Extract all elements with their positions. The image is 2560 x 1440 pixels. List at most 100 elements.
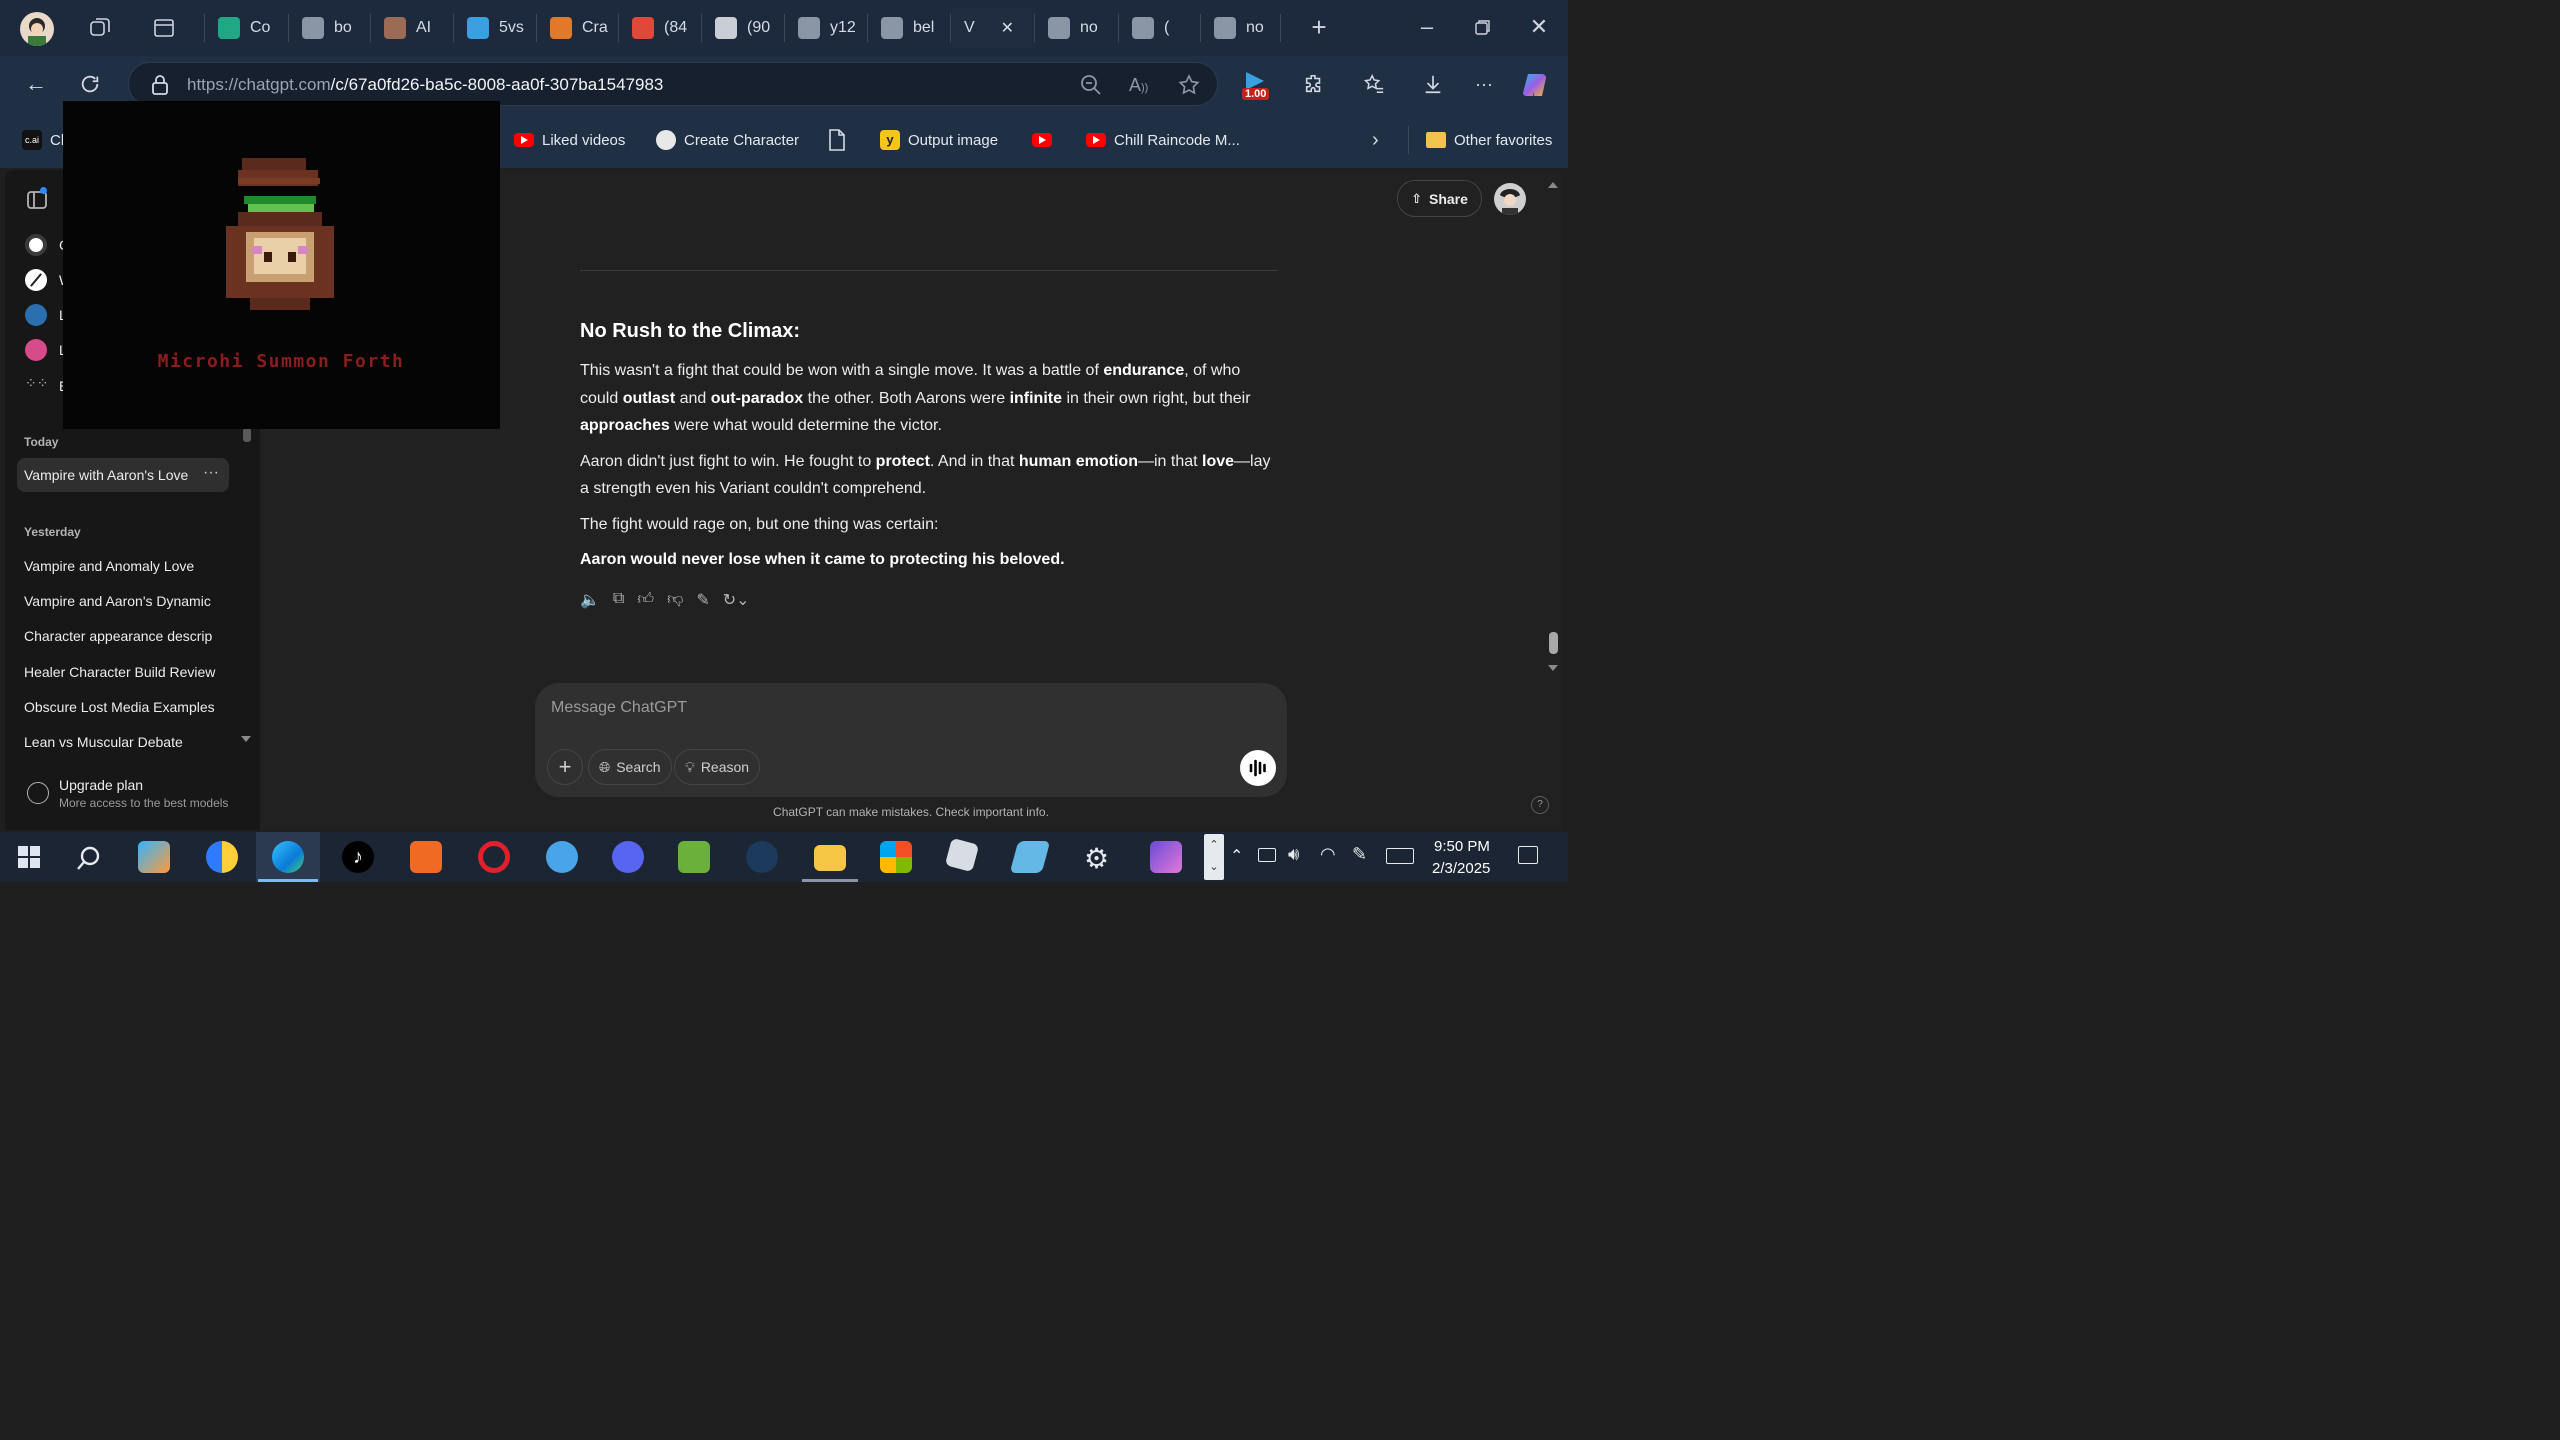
user-avatar[interactable] — [1494, 183, 1526, 215]
fav-liked-videos[interactable]: Liked videos — [514, 129, 625, 151]
tab[interactable]: AI — [372, 8, 450, 48]
notifications-icon[interactable] — [1518, 846, 1538, 864]
attach-button[interactable]: + — [547, 749, 583, 785]
sidebar-chat[interactable]: Character appearance descrip — [24, 628, 236, 644]
page-scrollbar-thumb[interactable] — [1549, 632, 1558, 654]
thumbs-up-icon[interactable]: 👍︎ — [637, 590, 654, 612]
steam-app-icon[interactable] — [746, 841, 778, 873]
favorites-icon[interactable] — [1358, 68, 1390, 100]
help-button[interactable]: ? — [1531, 796, 1549, 814]
volume-icon[interactable]: 🔊︎ — [1288, 844, 1299, 865]
game-app-icon[interactable] — [678, 841, 710, 873]
url-text[interactable]: https://chatgpt.com/c/67a0fd26-ba5c-8008… — [187, 75, 663, 95]
extension-icon[interactable]: 1.00 — [1240, 70, 1272, 102]
tab[interactable]: Cra — [538, 8, 616, 48]
fav-character-ai[interactable]: c.ai Cl — [22, 129, 64, 151]
paint-app-icon[interactable] — [546, 841, 578, 873]
sidebar-chat[interactable]: Vampire and Aaron's Dynamic — [24, 593, 236, 609]
page-scroll-down-icon[interactable] — [1548, 665, 1558, 671]
workspaces-icon[interactable] — [88, 16, 112, 40]
pixel-art-overlay[interactable]: Microhi Summon Forth — [63, 101, 500, 429]
copilot-app-icon[interactable] — [138, 841, 170, 873]
anime-app-icon[interactable] — [1150, 841, 1182, 873]
fav-overflow-chevron[interactable]: › — [1372, 129, 1379, 151]
tab[interactable]: no — [1036, 8, 1114, 48]
keyboard-icon[interactable] — [1386, 848, 1414, 864]
sidebar-chat[interactable]: Vampire and Anomaly Love — [24, 558, 236, 574]
tab[interactable]: (90 — [703, 8, 781, 48]
clock-date[interactable]: 2/3/2025 — [1432, 860, 1490, 877]
message-input[interactable]: Message ChatGPT — [551, 699, 687, 717]
blue-app-icon[interactable] — [1009, 841, 1051, 873]
tab-active[interactable]: V ✕ — [952, 8, 1032, 48]
tab[interactable]: Co — [206, 8, 284, 48]
sidebar-chat-active[interactable]: Vampire with Aaron's Love ··· — [17, 458, 229, 492]
fav-youtube[interactable] — [1032, 129, 1052, 151]
tab[interactable]: 5vs — [455, 8, 533, 48]
start-button[interactable] — [18, 846, 40, 868]
taskbar-search-icon[interactable] — [76, 845, 102, 871]
sidebar-toggle-icon[interactable] — [25, 187, 49, 212]
tab-actions-icon[interactable] — [152, 16, 176, 40]
taskbar-overflow[interactable]: ⌃ ⌄ — [1204, 834, 1224, 880]
fav-other-favorites[interactable]: Other favorites — [1426, 129, 1552, 151]
refresh-icon[interactable] — [74, 68, 106, 100]
read-aloud-icon[interactable]: A)) — [1129, 75, 1153, 97]
pen-icon[interactable]: ✎ — [1352, 844, 1367, 865]
settings-gear-icon[interactable]: ⚙ — [1084, 842, 1109, 875]
tray-chevron-icon[interactable]: ⌃ — [1230, 846, 1243, 866]
edge-app-icon[interactable] — [272, 841, 304, 873]
discord-app-icon[interactable] — [612, 841, 644, 873]
read-aloud-icon[interactable]: 🔈 — [580, 590, 600, 612]
back-icon[interactable]: ← — [20, 68, 52, 100]
tab[interactable]: ( — [1120, 8, 1198, 48]
more-options-icon[interactable]: ··· — [203, 464, 219, 482]
copy-icon[interactable]: ⧉ — [613, 590, 624, 612]
favorite-star-icon[interactable] — [1177, 73, 1201, 97]
fav-page[interactable] — [828, 129, 846, 151]
address-bar[interactable]: https://chatgpt.com/c/67a0fd26-ba5c-8008… — [128, 62, 1218, 106]
voice-mode-button[interactable] — [1240, 750, 1276, 786]
extensions-puzzle-icon[interactable] — [1298, 68, 1330, 100]
photos-app-icon[interactable] — [206, 841, 238, 873]
tab[interactable]: (84 — [620, 8, 698, 48]
tab[interactable]: y12 — [786, 8, 864, 48]
reason-button[interactable]: 💡︎ Reason — [674, 749, 761, 785]
regenerate-icon[interactable]: ↻⌄ — [723, 590, 750, 612]
file-explorer-icon[interactable] — [814, 845, 846, 871]
tiktok-app-icon[interactable]: ♪ — [342, 841, 374, 873]
wifi-icon[interactable]: ◠ — [1320, 844, 1336, 865]
battery-icon[interactable] — [1258, 848, 1276, 862]
close-window-button[interactable]: ✕ — [1524, 12, 1554, 42]
thumbs-down-icon[interactable]: 👎︎ — [667, 590, 683, 612]
fav-chill-raincode[interactable]: Chill Raincode M... — [1086, 129, 1240, 151]
restore-button[interactable] — [1468, 12, 1498, 42]
profile-avatar[interactable] — [20, 12, 54, 46]
roblox-app-icon[interactable] — [944, 837, 980, 873]
tab[interactable]: no — [1202, 8, 1280, 48]
lock-icon[interactable] — [151, 75, 169, 95]
more-options-icon[interactable]: ··· — [1468, 68, 1500, 100]
sidebar-chat[interactable]: Healer Character Build Review — [24, 664, 236, 680]
fav-create-character[interactable]: Create Character — [656, 129, 799, 151]
tab[interactable]: bo — [290, 8, 368, 48]
sidebar-chat[interactable]: Lean vs Muscular Debate — [24, 734, 236, 750]
clock-time[interactable]: 9:50 PM — [1434, 838, 1490, 855]
copilot-icon[interactable] — [1520, 70, 1550, 100]
orange-app-icon[interactable] — [410, 841, 442, 873]
sidebar-scroll-down-icon[interactable] — [241, 736, 251, 742]
opera-app-icon[interactable] — [478, 841, 510, 873]
edit-icon[interactable]: ✎ — [696, 590, 709, 612]
tab[interactable]: bel — [869, 8, 947, 48]
new-tab-button[interactable]: + — [1304, 12, 1334, 42]
zoom-icon[interactable] — [1079, 73, 1103, 97]
store-app-icon[interactable] — [880, 841, 912, 873]
sidebar-chat[interactable]: Obscure Lost Media Examples — [24, 699, 236, 715]
downloads-icon[interactable] — [1417, 68, 1449, 100]
minimize-button[interactable]: – — [1412, 12, 1442, 42]
search-button[interactable]: 🌐︎ Search — [588, 749, 672, 785]
close-tab-icon[interactable]: ✕ — [1001, 18, 1014, 38]
page-scroll-up-icon[interactable] — [1548, 182, 1558, 188]
fav-output-image[interactable]: y Output image — [880, 129, 998, 151]
upgrade-plan[interactable]: Upgrade plan More access to the best mod… — [25, 775, 245, 819]
